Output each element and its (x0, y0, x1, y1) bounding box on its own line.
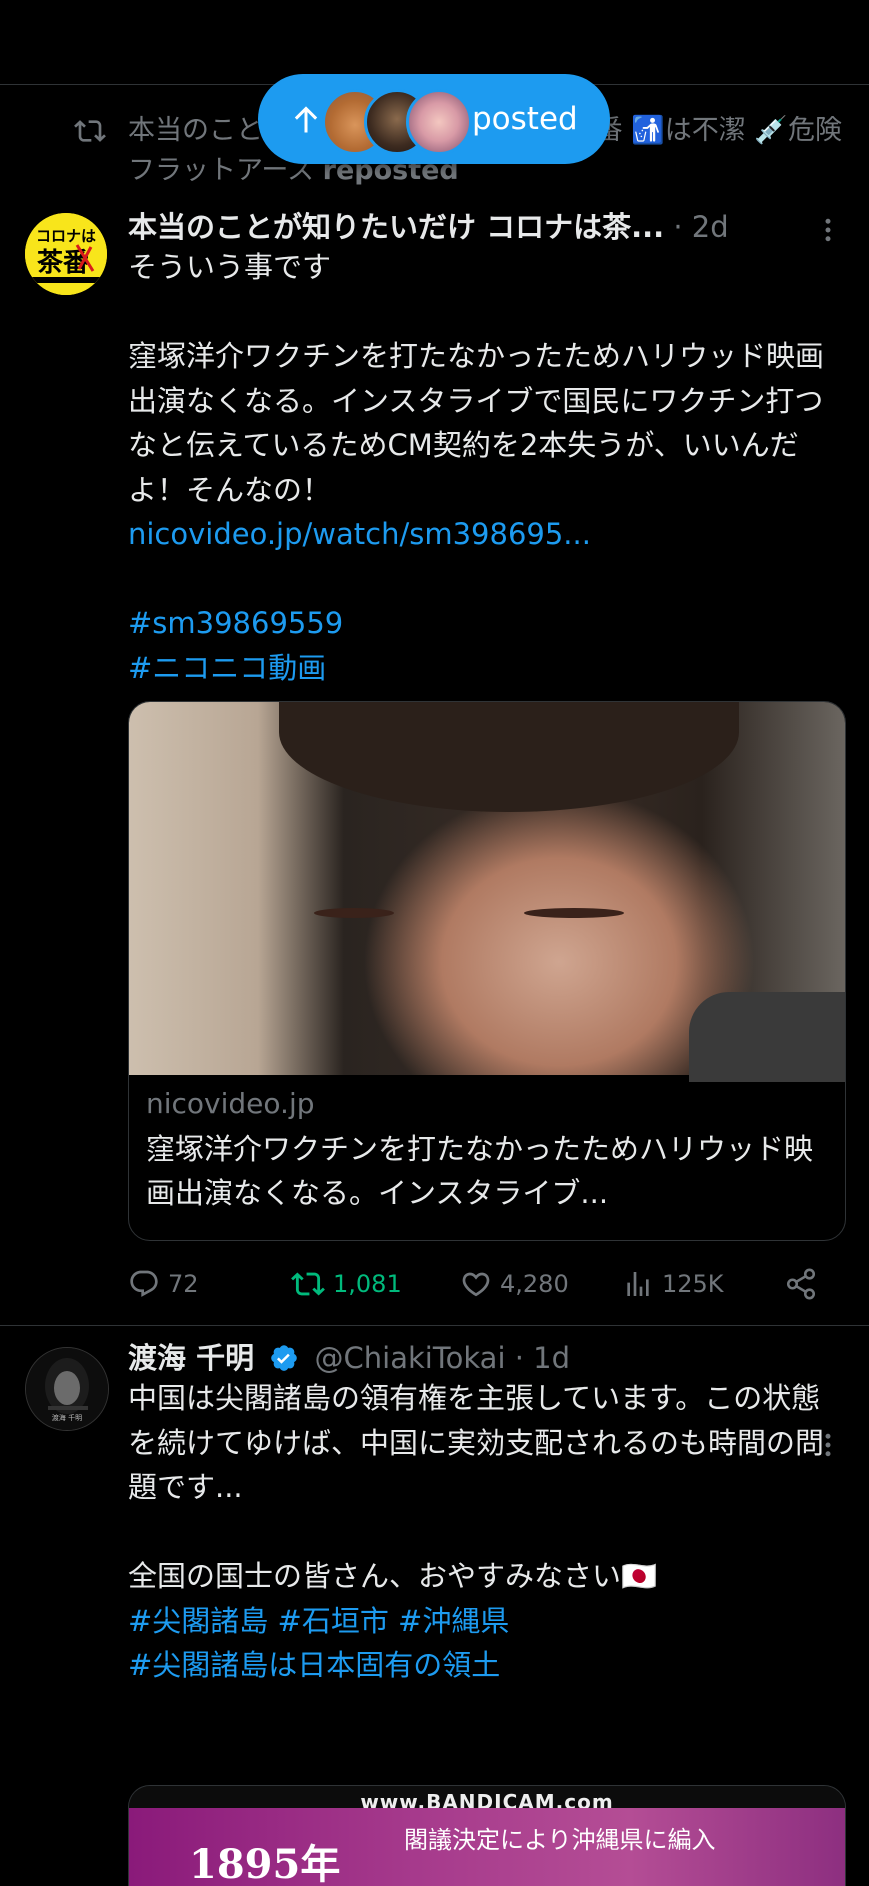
views-icon (627, 1272, 649, 1296)
heart-icon (462, 1272, 490, 1297)
tweet-text-blank (128, 290, 840, 335)
avatar-portrait-icon: 渡海 千明 (26, 1348, 108, 1430)
video-year-text: 1895年 (189, 1841, 341, 1886)
avatar[interactable]: コロナは 茶番 (25, 213, 107, 295)
video-banner: 1895年 閣議決定により沖縄県に編入 (129, 1808, 845, 1886)
link-preview-card[interactable]: nicovideo.jp 窪塚洋介ワクチンを打たなかったためハリウッド映画出演な… (128, 701, 846, 1241)
thumbnail-hair-shape (279, 702, 739, 812)
views-count: 125K (662, 1270, 724, 1298)
media-video-thumbnail[interactable]: www.BANDICAM.com 1895年 閣議決定により沖縄県に編入 (128, 1785, 846, 1886)
tweet-link[interactable]: nicovideo.jp/watch/sm398695... (128, 512, 840, 557)
repost-icon (74, 120, 106, 142)
card-domain: nicovideo.jp (146, 1087, 315, 1120)
tweet-text-paragraph: 窪塚洋介ワクチンを打たなかったためハリウッド映画出演なくなる。インスタライブで国… (128, 339, 825, 507)
tweet-text-blank (128, 557, 840, 602)
author-name[interactable]: 渡海 千明 (128, 1341, 254, 1375)
share-button[interactable] (784, 1262, 826, 1306)
author-handle[interactable]: @ChiakiTokai (315, 1341, 506, 1375)
avatar-caption: 渡海 千明 (52, 1413, 82, 1422)
tweet-header: 本当のことが知りたいだけ コロナは茶... · 2d (128, 207, 729, 247)
svg-text:コロナは: コロナは (36, 227, 96, 245)
tweet-time[interactable]: · 1d (515, 1341, 570, 1375)
tweet-time[interactable]: · 2d (673, 210, 728, 244)
hashtag[interactable]: #sm39869559 (128, 601, 840, 646)
like-count: 4,280 (500, 1270, 569, 1298)
more-options-icon[interactable] (813, 215, 843, 245)
arrow-up-icon (294, 106, 318, 133)
thumbnail-eye-shape (314, 908, 394, 918)
author-name[interactable]: 本当のことが知りたいだけ コロナは茶... (128, 210, 664, 244)
tweet-text-line: そういう事です (128, 250, 332, 284)
views-button[interactable]: 125K (622, 1262, 724, 1306)
repost-icon (291, 1272, 325, 1296)
pill-avatar-woman (406, 89, 472, 155)
tweet-divider (0, 1325, 869, 1326)
repost-button[interactable]: 1,081 (291, 1262, 402, 1306)
share-icon (786, 1268, 816, 1300)
avatar-logo-icon: コロナは 茶番 (25, 213, 107, 295)
tweet-text-blank (128, 1510, 840, 1555)
top-bar (0, 0, 869, 85)
tweet-text-paragraph: 中国は尖閣諸島の領有権を主張しています。この状態を続けてゆけば、中国に実効支配さ… (128, 1381, 825, 1504)
reply-icon (130, 1270, 158, 1297)
like-button[interactable]: 4,280 (460, 1262, 569, 1306)
thumbnail-eye-shape (524, 908, 624, 918)
avatar[interactable]: 渡海 千明 (25, 1347, 109, 1431)
hashtag[interactable]: #尖閣諸島は日本固有の領土 (128, 1643, 840, 1688)
reply-button[interactable]: 72 (128, 1262, 199, 1306)
thumbnail-shirt-shape (689, 992, 845, 1082)
hashtag[interactable]: #ニコニコ動画 (128, 646, 840, 691)
tweet-body: そういう事です 窪塚洋介ワクチンを打たなかったためハリウッド映画出演なくなる。イ… (128, 245, 840, 690)
tweet-text-line: 全国の国士の皆さん、おやすみなさい🇯🇵 (128, 1559, 658, 1593)
reply-count: 72 (168, 1270, 199, 1298)
card-title: 窪塚洋介ワクチンを打たなかったためハリウッド映画出演なくなる。インスタライブ..… (146, 1132, 814, 1210)
new-posts-pill[interactable]: posted (258, 74, 610, 164)
tweet-header: 渡海 千明 @ChiakiTokai · 1d (128, 1338, 570, 1378)
verified-badge-icon (271, 1345, 298, 1371)
card-thumbnail (129, 702, 845, 1082)
video-caption-text: 閣議決定により沖縄県に編入 (404, 1826, 716, 1854)
repost-count: 1,081 (333, 1270, 402, 1298)
hashtags[interactable]: #尖閣諸島 #石垣市 #沖縄県 (128, 1599, 840, 1644)
tweet-body: 中国は尖閣諸島の領有権を主張しています。この状態を続けてゆけば、中国に実効支配さ… (128, 1376, 840, 1688)
new-posts-label: posted (472, 101, 578, 137)
tweet-actions: 72 1,081 4,280 125K (128, 1262, 840, 1306)
